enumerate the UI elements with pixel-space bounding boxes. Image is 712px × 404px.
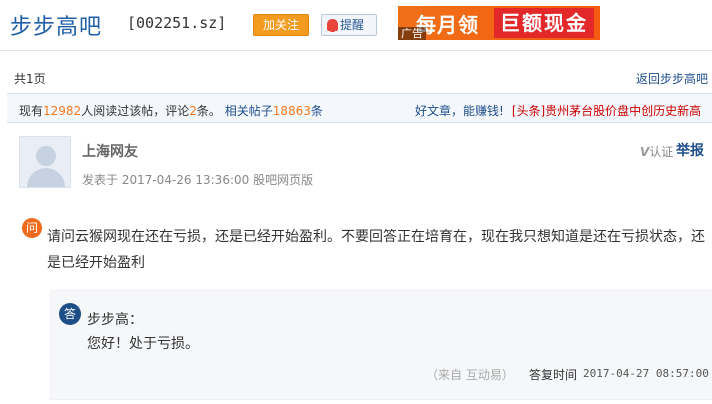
comment-count: 2 xyxy=(189,104,197,118)
v-verify-label: 认证 xyxy=(649,145,674,159)
header-divider xyxy=(0,50,712,51)
follow-button[interactable]: 加关注 xyxy=(253,14,309,36)
stats-prefix: 现有 xyxy=(19,104,44,118)
ad-text-part2: 巨额现金 xyxy=(494,8,594,38)
answer-box: 答 步步高： 您好！处于亏损。 （来自 互动易） 答复时间 2017-04-27… xyxy=(50,290,712,400)
stock-code[interactable]: [002251.sz] xyxy=(127,14,226,32)
bell-icon xyxy=(327,19,338,32)
pager-row: 共1页 返回步步高吧 xyxy=(0,58,712,92)
remind-label: 提醒 xyxy=(340,18,365,32)
headline-link[interactable]: [头条]贵州茅台股价盘中创历史新高 xyxy=(512,104,701,118)
answer-icon: 答 xyxy=(59,303,81,325)
question-icon: 问 xyxy=(22,218,42,238)
answer-time: 2017-04-27 08:57:00 xyxy=(583,367,709,380)
related-suffix: 条 xyxy=(310,104,323,118)
avatar-body-shape xyxy=(27,168,65,187)
post-meta: 发表于 2017-04-26 13:36:00 股吧网页版 xyxy=(82,173,314,187)
answer-time-label: 答复时间 xyxy=(529,368,578,382)
stats-summary: 现有12982人阅读过该帖，评论2条。 相关帖子18863条 xyxy=(19,102,323,119)
bar-name[interactable]: 步步高吧 xyxy=(10,9,102,41)
question-text: 请问云猴网现在还在亏损，还是已经开始盈利。不要回答正在培育在，现在我只想知道是还… xyxy=(47,229,705,271)
good-article-link[interactable]: 好文章，能赚钱! xyxy=(415,104,504,118)
report-link[interactable]: 举报 xyxy=(676,140,704,160)
stats-bar: 现有12982人阅读过该帖，评论2条。 相关帖子18863条 好文章，能赚钱! [… xyxy=(7,93,712,123)
page-count: 共1页 xyxy=(14,72,46,86)
author-name[interactable]: 上海网友 xyxy=(82,141,138,161)
related-posts-link[interactable]: 相关帖子18863条 xyxy=(225,104,323,118)
reader-count: 12982 xyxy=(43,104,82,118)
stats-comments-suffix: 条。 xyxy=(196,104,221,118)
answer-author: 步步高： xyxy=(87,312,143,328)
v-verify-link[interactable]: V认证 xyxy=(640,143,673,160)
back-to-bar-link[interactable]: 返回步步高吧 xyxy=(636,70,708,87)
answer-source: （来自 互动易） xyxy=(426,368,514,382)
avatar[interactable] xyxy=(19,136,71,188)
stats-promo: 好文章，能赚钱! [头条]贵州茅台股价盘中创历史新高 xyxy=(415,102,701,119)
stats-readers-suffix: 人阅读过该帖，评论 xyxy=(81,104,190,118)
answer-text: 您好！处于亏损。 xyxy=(87,336,199,352)
remind-button[interactable]: 提醒 xyxy=(321,14,377,36)
page-header: 步步高吧 [002251.sz] 加关注 提醒 每月领 巨额现金 广告 xyxy=(0,0,712,48)
related-count: 18863 xyxy=(272,104,311,118)
ad-tag: 广告 xyxy=(398,27,426,40)
ad-banner[interactable]: 每月领 巨额现金 广告 xyxy=(398,6,600,40)
related-label: 相关帖子 xyxy=(224,104,273,118)
v-verify-icon: V xyxy=(640,145,650,159)
avatar-head-shape xyxy=(36,146,56,166)
